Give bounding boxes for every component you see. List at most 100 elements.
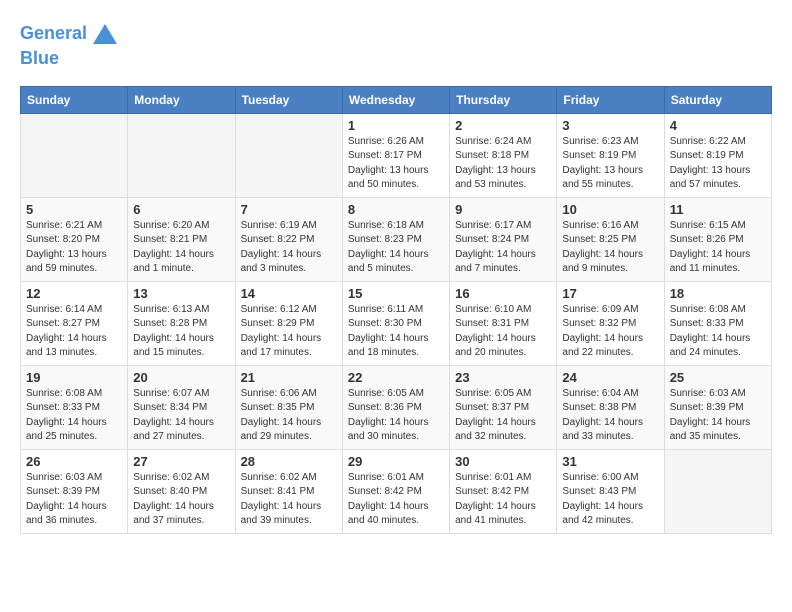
- day-info: Sunrise: 6:17 AMSunset: 8:24 PMDaylight:…: [455, 219, 551, 277]
- calendar-cell: 4Sunrise: 6:22 AMSunset: 8:19 PMDaylight…: [664, 113, 771, 197]
- calendar-cell: 20 Sunrise: 6:07 AMSunset: 8:34 PMDayligh…: [128, 365, 235, 449]
- day-info: Sunrise: 6:26 AMSunset: 8:17 PMDaylight:…: [348, 135, 444, 193]
- calendar-cell: 16Sunrise: 6:10 AMSunset: 8:31 PMDayligh…: [450, 281, 557, 365]
- week-row-3: 12Sunrise: 6:14 AMSunset: 8:27 PMDayligh…: [21, 281, 772, 365]
- calendar-table: SundayMondayTuesdayWednesdayThursdayFrid…: [20, 86, 772, 534]
- day-number: 15: [348, 286, 444, 301]
- logo-text: General: [20, 23, 87, 45]
- calendar-cell: 5Sunrise: 6:21 AMSunset: 8:20 PMDaylight…: [21, 197, 128, 281]
- day-number: 27: [133, 454, 229, 469]
- day-number: 3: [562, 118, 658, 133]
- col-header-saturday: Saturday: [664, 86, 771, 113]
- day-info: Sunrise: 6:01 AMSunset: 8:42 PMDaylight:…: [455, 471, 551, 529]
- calendar-cell: 28 Sunrise: 6:02 AMSunset: 8:41 PMDayligh…: [235, 449, 342, 533]
- day-number: 26: [26, 454, 122, 469]
- logo-text-blue: Blue: [20, 48, 119, 70]
- day-info: Sunrise: 6:06 AMSunset: 8:35 PMDaylight:…: [241, 387, 337, 445]
- week-row-4: 19 Sunrise: 6:08 AMSunset: 8:33 PMDayligh…: [21, 365, 772, 449]
- day-info: Sunrise: 6:16 AMSunset: 8:25 PMDaylight:…: [562, 219, 658, 277]
- day-number: 7: [241, 202, 337, 217]
- day-number: 13: [133, 286, 229, 301]
- day-number: 1: [348, 118, 444, 133]
- calendar-cell: 19 Sunrise: 6:08 AMSunset: 8:33 PMDayligh…: [21, 365, 128, 449]
- day-info: Sunrise: 6:07 AMSunset: 8:34 PMDaylight:…: [133, 387, 229, 445]
- day-number: 12: [26, 286, 122, 301]
- day-number: 19: [26, 370, 122, 385]
- day-number: 23: [455, 370, 551, 385]
- col-header-wednesday: Wednesday: [342, 86, 449, 113]
- day-info: Sunrise: 6:04 AMSunset: 8:38 PMDaylight:…: [562, 387, 658, 445]
- day-number: 22: [348, 370, 444, 385]
- day-info: Sunrise: 6:19 AMSunset: 8:22 PMDaylight:…: [241, 219, 337, 277]
- calendar-cell: 9 Sunrise: 6:17 AMSunset: 8:24 PMDaylight…: [450, 197, 557, 281]
- day-info: Sunrise: 6:24 AMSunset: 8:18 PMDaylight:…: [455, 135, 551, 193]
- calendar-cell: 29 Sunrise: 6:01 AMSunset: 8:42 PMDayligh…: [342, 449, 449, 533]
- day-number: 24: [562, 370, 658, 385]
- day-number: 8: [348, 202, 444, 217]
- calendar-cell: 27Sunrise: 6:02 AMSunset: 8:40 PMDayligh…: [128, 449, 235, 533]
- calendar-cell: 22 Sunrise: 6:05 AMSunset: 8:36 PMDayligh…: [342, 365, 449, 449]
- calendar-cell: 11 Sunrise: 6:15 AMSunset: 8:26 PMDayligh…: [664, 197, 771, 281]
- day-info: Sunrise: 6:09 AMSunset: 8:32 PMDaylight:…: [562, 303, 658, 361]
- day-number: 2: [455, 118, 551, 133]
- day-number: 16: [455, 286, 551, 301]
- col-header-thursday: Thursday: [450, 86, 557, 113]
- day-number: 29: [348, 454, 444, 469]
- day-info: Sunrise: 6:11 AMSunset: 8:30 PMDaylight:…: [348, 303, 444, 361]
- calendar-cell: 26 Sunrise: 6:03 AMSunset: 8:39 PMDayligh…: [21, 449, 128, 533]
- calendar-cell: 30 Sunrise: 6:01 AMSunset: 8:42 PMDayligh…: [450, 449, 557, 533]
- calendar-cell: 7 Sunrise: 6:19 AMSunset: 8:22 PMDaylight…: [235, 197, 342, 281]
- day-info: Sunrise: 6:18 AMSunset: 8:23 PMDaylight:…: [348, 219, 444, 277]
- page-header: General Blue: [20, 20, 772, 70]
- day-number: 20: [133, 370, 229, 385]
- week-row-5: 26 Sunrise: 6:03 AMSunset: 8:39 PMDayligh…: [21, 449, 772, 533]
- day-info: Sunrise: 6:12 AMSunset: 8:29 PMDaylight:…: [241, 303, 337, 361]
- day-info: Sunrise: 6:05 AMSunset: 8:36 PMDaylight:…: [348, 387, 444, 445]
- day-info: Sunrise: 6:20 AMSunset: 8:21 PMDaylight:…: [133, 219, 229, 277]
- calendar-cell: 18Sunrise: 6:08 AMSunset: 8:33 PMDayligh…: [664, 281, 771, 365]
- calendar-cell: 10Sunrise: 6:16 AMSunset: 8:25 PMDayligh…: [557, 197, 664, 281]
- day-info: Sunrise: 6:03 AMSunset: 8:39 PMDaylight:…: [26, 471, 122, 529]
- day-info: Sunrise: 6:05 AMSunset: 8:37 PMDaylight:…: [455, 387, 551, 445]
- calendar-cell: 12Sunrise: 6:14 AMSunset: 8:27 PMDayligh…: [21, 281, 128, 365]
- day-number: 25: [670, 370, 766, 385]
- day-number: 31: [562, 454, 658, 469]
- day-number: 14: [241, 286, 337, 301]
- calendar-cell: 2 Sunrise: 6:24 AMSunset: 8:18 PMDaylight…: [450, 113, 557, 197]
- col-header-monday: Monday: [128, 86, 235, 113]
- calendar-cell: 6 Sunrise: 6:20 AMSunset: 8:21 PMDaylight…: [128, 197, 235, 281]
- week-row-1: 1 Sunrise: 6:26 AMSunset: 8:17 PMDaylight…: [21, 113, 772, 197]
- day-info: Sunrise: 6:13 AMSunset: 8:28 PMDaylight:…: [133, 303, 229, 361]
- day-number: 5: [26, 202, 122, 217]
- day-number: 9: [455, 202, 551, 217]
- day-info: Sunrise: 6:08 AMSunset: 8:33 PMDaylight:…: [26, 387, 122, 445]
- calendar-header-row: SundayMondayTuesdayWednesdayThursdayFrid…: [21, 86, 772, 113]
- day-number: 28: [241, 454, 337, 469]
- calendar-cell: 8 Sunrise: 6:18 AMSunset: 8:23 PMDaylight…: [342, 197, 449, 281]
- day-number: 30: [455, 454, 551, 469]
- calendar-cell: 1 Sunrise: 6:26 AMSunset: 8:17 PMDaylight…: [342, 113, 449, 197]
- calendar-cell: 21 Sunrise: 6:06 AMSunset: 8:35 PMDayligh…: [235, 365, 342, 449]
- calendar-cell: 3 Sunrise: 6:23 AMSunset: 8:19 PMDaylight…: [557, 113, 664, 197]
- day-number: 6: [133, 202, 229, 217]
- day-info: Sunrise: 6:08 AMSunset: 8:33 PMDaylight:…: [670, 303, 766, 361]
- col-header-tuesday: Tuesday: [235, 86, 342, 113]
- logo-icon: [91, 20, 119, 48]
- calendar-cell: 17Sunrise: 6:09 AMSunset: 8:32 PMDayligh…: [557, 281, 664, 365]
- day-info: Sunrise: 6:00 AMSunset: 8:43 PMDaylight:…: [562, 471, 658, 529]
- calendar-cell: [235, 113, 342, 197]
- day-info: Sunrise: 6:03 AMSunset: 8:39 PMDaylight:…: [670, 387, 766, 445]
- day-number: 11: [670, 202, 766, 217]
- day-info: Sunrise: 6:23 AMSunset: 8:19 PMDaylight:…: [562, 135, 658, 193]
- calendar-cell: [664, 449, 771, 533]
- day-info: Sunrise: 6:15 AMSunset: 8:26 PMDaylight:…: [670, 219, 766, 277]
- logo: General Blue: [20, 20, 119, 70]
- col-header-friday: Friday: [557, 86, 664, 113]
- week-row-2: 5Sunrise: 6:21 AMSunset: 8:20 PMDaylight…: [21, 197, 772, 281]
- day-info: Sunrise: 6:02 AMSunset: 8:41 PMDaylight:…: [241, 471, 337, 529]
- day-number: 21: [241, 370, 337, 385]
- calendar-cell: 13 Sunrise: 6:13 AMSunset: 8:28 PMDayligh…: [128, 281, 235, 365]
- calendar-cell: 23 Sunrise: 6:05 AMSunset: 8:37 PMDayligh…: [450, 365, 557, 449]
- day-number: 4: [670, 118, 766, 133]
- day-info: Sunrise: 6:01 AMSunset: 8:42 PMDaylight:…: [348, 471, 444, 529]
